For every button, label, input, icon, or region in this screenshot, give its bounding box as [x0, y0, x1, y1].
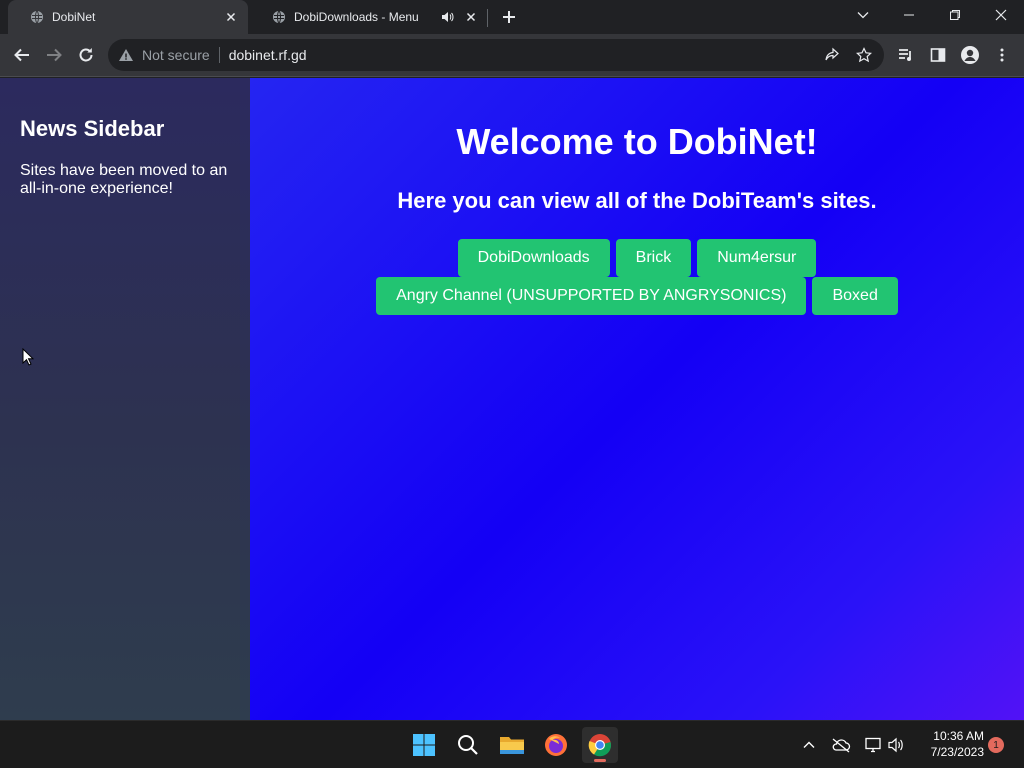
chrome-icon[interactable]: [582, 727, 618, 763]
address-bar[interactable]: Not secure dobinet.rf.gd: [108, 39, 884, 71]
globe-icon: [30, 10, 44, 24]
network-icon[interactable]: [861, 733, 885, 757]
file-explorer-icon[interactable]: [494, 727, 530, 763]
back-button[interactable]: [8, 41, 36, 69]
news-sidebar: News Sidebar Sites have been moved to an…: [0, 78, 250, 720]
url-text[interactable]: dobinet.rf.gd: [229, 47, 820, 63]
angry-channel-button[interactable]: Angry Channel (UNSUPPORTED BY ANGRYSONIC…: [376, 277, 807, 315]
tab-title: DobiDownloads - Menu: [294, 10, 419, 24]
tab-strip: DobiNet DobiDownloads - Menu: [0, 0, 1024, 34]
cloud-offline-icon[interactable]: [829, 733, 853, 757]
tab-dobinet[interactable]: DobiNet: [8, 0, 248, 34]
arrow-left-icon: [14, 48, 29, 62]
firefox-icon[interactable]: [538, 727, 574, 763]
main-content: Welcome to DobiNet! Here you can view al…: [250, 78, 1024, 720]
tab-search-button[interactable]: [840, 0, 886, 30]
warning-icon[interactable]: [118, 47, 134, 63]
close-tab-icon[interactable]: [464, 10, 478, 24]
restore-icon: [950, 10, 960, 20]
reload-button[interactable]: [72, 41, 100, 69]
arrow-right-icon: [47, 48, 62, 62]
system-clock[interactable]: 10:36 AM 7/23/2023: [914, 728, 984, 760]
globe-icon: [272, 10, 286, 24]
close-window-button[interactable]: [978, 0, 1024, 30]
media-queue-icon: [899, 49, 911, 61]
page-subtitle: Here you can view all of the DobiTeam's …: [397, 188, 877, 213]
clock-time: 10:36 AM: [933, 729, 984, 743]
site-buttons-row-2: Angry Channel (UNSUPPORTED BY ANGRYSONIC…: [250, 277, 1024, 315]
restore-button[interactable]: [932, 0, 978, 30]
minimize-button[interactable]: [886, 0, 932, 30]
menu-button[interactable]: [988, 41, 1016, 69]
side-panel-icon: [930, 48, 946, 62]
mouse-pointer-icon: [22, 348, 34, 366]
page-viewport: News Sidebar Sites have been moved to an…: [0, 78, 1024, 720]
new-tab-button[interactable]: [498, 6, 520, 28]
forward-button[interactable]: [40, 41, 68, 69]
speaker-icon[interactable]: [440, 10, 454, 24]
media-controls-button[interactable]: [892, 41, 920, 69]
brick-button[interactable]: Brick: [615, 239, 692, 277]
tab-separator: [487, 9, 488, 27]
bookmark-star-icon[interactable]: [852, 43, 876, 67]
browser-toolbar: Not secure dobinet.rf.gd: [0, 34, 1024, 77]
minimize-icon: [904, 14, 914, 16]
plus-icon: [503, 11, 515, 23]
sidebar-text: Sites have been moved to an all-in-one e…: [20, 162, 228, 197]
chevron-down-icon: [857, 12, 869, 19]
windows-start-icon[interactable]: [406, 727, 442, 763]
sidebar-heading: News Sidebar: [20, 116, 165, 141]
volume-icon[interactable]: [884, 733, 908, 757]
close-tab-icon[interactable]: [224, 10, 238, 24]
dobidownloads-button[interactable]: DobiDownloads: [457, 239, 610, 277]
windows-taskbar: 10:36 AM 7/23/2023 1: [0, 720, 1024, 768]
reload-icon: [79, 48, 93, 62]
notification-badge[interactable]: 1: [988, 737, 1004, 753]
tab-dobidownloads[interactable]: DobiDownloads - Menu: [250, 0, 488, 34]
chevron-up-icon[interactable]: [797, 733, 821, 757]
security-label[interactable]: Not secure: [142, 47, 210, 63]
kebab-menu-icon: [1000, 48, 1004, 62]
page-title: Welcome to DobiNet!: [456, 121, 818, 162]
share-icon[interactable]: [820, 43, 844, 67]
close-icon: [995, 9, 1007, 21]
boxed-button[interactable]: Boxed: [812, 277, 898, 315]
search-icon[interactable]: [450, 727, 486, 763]
side-panel-button[interactable]: [924, 41, 952, 69]
omnibox-divider: [218, 47, 220, 63]
profile-button[interactable]: [956, 41, 984, 69]
avatar-icon: [961, 46, 979, 64]
num4ersur-button[interactable]: Num4ersur: [697, 239, 817, 277]
clock-date: 7/23/2023: [930, 745, 984, 759]
site-buttons-row-1: DobiDownloads Brick Num4ersur: [250, 239, 1024, 277]
tab-title: DobiNet: [52, 10, 96, 24]
